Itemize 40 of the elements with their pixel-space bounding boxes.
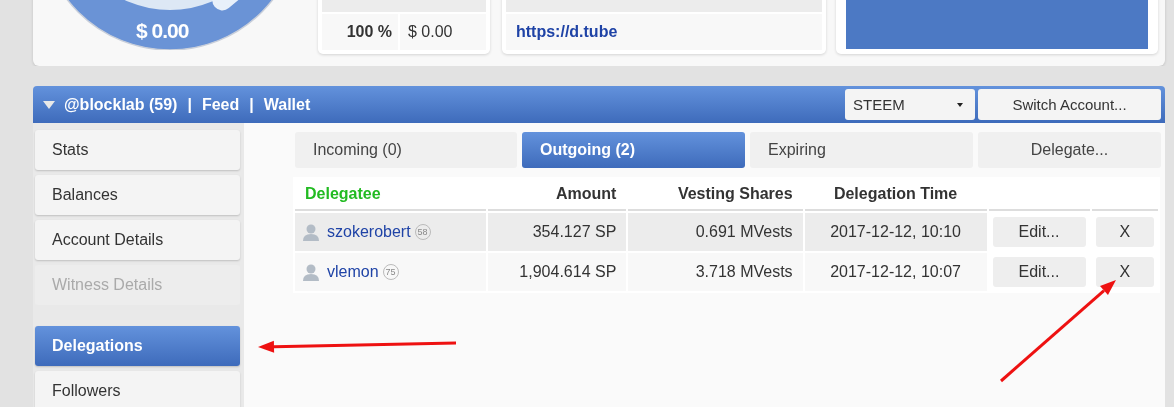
user-icon [303, 263, 319, 281]
value-cell-text: $ 0.00 [407, 23, 453, 41]
account-name[interactable]: @blocklab (59) [64, 95, 178, 114]
header-link[interactable]: Wallet [263, 95, 311, 114]
table-cell: 354.127 SP [487, 213, 627, 251]
tab[interactable]: Incoming (0) [295, 132, 517, 168]
table-cell: 3.718 MVests [628, 253, 803, 291]
sidebar-item[interactable]: Followers [35, 371, 240, 407]
percent-cell: 100 % [322, 14, 400, 50]
table-cell: 2017-12-12, 10:10 [804, 213, 987, 251]
table-cell: 2017-12-12, 10:07 [804, 253, 987, 291]
column-header: Delegation Time [804, 179, 987, 211]
column-header: Amount [487, 179, 627, 211]
collapse-icon[interactable] [43, 100, 55, 109]
tab[interactable]: Delegate... [978, 132, 1161, 168]
sidebar-item[interactable]: Account Details [35, 220, 240, 260]
edit-button[interactable]: Edit... [992, 257, 1086, 287]
separator: | [248, 95, 255, 114]
column-header: Vesting Shares [628, 179, 803, 211]
column-header: Delegatee [295, 179, 486, 211]
total-value: $ 0.00 [136, 19, 189, 43]
user-link[interactable]: szokerobert [327, 223, 411, 241]
header-link[interactable]: Feed [201, 95, 240, 114]
caret-icon [957, 102, 963, 107]
table-cell: 1,904.614 SP [487, 253, 627, 291]
user-link[interactable]: vlemon [327, 263, 379, 281]
sidebar-item[interactable]: Balances [35, 175, 240, 215]
separator: | [186, 95, 193, 114]
switch-account-button[interactable]: Switch Account... [978, 89, 1161, 120]
sidebar-item[interactable]: Stats [35, 130, 240, 170]
url-link[interactable]: https://d.tube [516, 23, 618, 40]
currency-dropdown[interactable]: STEEM [845, 89, 975, 120]
edit-button[interactable]: Edit... [992, 217, 1086, 247]
user-icon [303, 223, 319, 241]
tab[interactable]: Expiring [750, 132, 973, 168]
tab[interactable]: Outgoing (2) [522, 132, 745, 168]
sidebar-item[interactable]: Delegations [35, 326, 240, 366]
table-cell: 0.691 MVests [628, 213, 803, 251]
remove-button[interactable]: X [1095, 217, 1154, 247]
remove-button[interactable]: X [1095, 257, 1154, 287]
